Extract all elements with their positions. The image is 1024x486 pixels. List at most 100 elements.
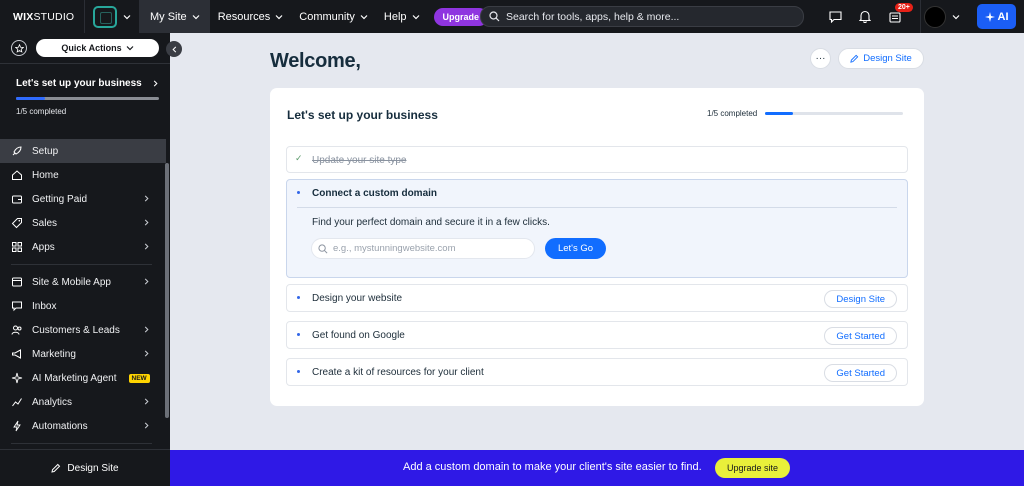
ai-assistant-button[interactable]: AI — [977, 4, 1016, 29]
sidebar-item-label: Sales — [32, 217, 58, 229]
pencil-icon — [51, 463, 61, 473]
sidebar-item-label: Marketing — [32, 348, 76, 360]
sparkle-icon — [984, 11, 995, 22]
get-started-button[interactable]: Get Started — [824, 364, 897, 382]
nav-resources[interactable]: Resources — [210, 0, 292, 33]
site-switcher[interactable] — [84, 0, 140, 33]
nav-help[interactable]: Help — [376, 0, 428, 33]
chevron-right-icon — [144, 278, 149, 285]
sidebar-menu: Setup Home Getting Paid Sales Apps Site & Mob… — [0, 139, 166, 449]
sidebar-item-label: Setup — [32, 145, 59, 157]
banner-text: Add a custom domain to make your client'… — [403, 461, 702, 473]
chevron-right-icon — [144, 398, 149, 405]
new-badge: NEW — [128, 373, 150, 383]
sidebar-item-label: Customers & Leads — [32, 324, 120, 336]
setup-title: Let's set up your business — [16, 78, 142, 89]
sidebar-scrollbar[interactable] — [165, 163, 169, 418]
design-site-sidebar-button[interactable]: Design Site — [0, 449, 170, 486]
sidebar-item-automations[interactable]: Automations — [0, 414, 166, 438]
upgrade-banner: Add a custom domain to make your client'… — [170, 450, 1024, 486]
step-bullet — [297, 296, 300, 299]
search-icon — [489, 11, 500, 22]
sidebar-item-getting-paid[interactable]: Getting Paid — [0, 187, 166, 211]
step-bullet — [297, 370, 300, 373]
design-site-step-button[interactable]: Design Site — [824, 290, 897, 308]
chevron-right-icon — [144, 326, 149, 333]
setup-progress-widget[interactable]: Let's set up your business 1/5 completed — [0, 64, 170, 126]
setup-card: Let's set up your business 1/5 completed… — [270, 88, 924, 406]
step-connect-domain[interactable]: Connect a custom domain Find your perfec… — [286, 179, 908, 278]
inbox-icon — [889, 11, 901, 23]
grid-icon — [11, 241, 23, 253]
sidebar-item-customers-leads[interactable]: Customers & Leads — [0, 318, 166, 342]
checkmark-icon: ✓ — [295, 153, 303, 163]
sidebar-item-label: Home — [32, 169, 59, 181]
chevron-down-icon — [126, 46, 134, 51]
sidebar-item-setup[interactable]: Setup — [0, 139, 166, 163]
step-label: Update your site type — [312, 155, 407, 166]
chat-icon — [828, 10, 842, 23]
sidebar-item-label: Analytics — [32, 396, 73, 408]
design-site-button[interactable]: Design Site — [838, 48, 924, 69]
chevron-right-icon — [144, 219, 149, 226]
sidebar-item-marketing[interactable]: Marketing — [0, 342, 166, 366]
search-icon — [318, 243, 328, 253]
sidebar-item-apps[interactable]: Apps — [0, 235, 166, 259]
domain-search-input[interactable]: e.g., mystunningwebsite.com — [311, 238, 535, 259]
sidebar-item-analytics[interactable]: Analytics — [0, 390, 166, 414]
setup-card-progress-text: 1/5 completed — [707, 109, 758, 118]
chevron-down-icon — [192, 14, 200, 19]
step-label: Create a kit of resources for your clien… — [312, 367, 484, 378]
sidebar-item-label: Inbox — [32, 300, 57, 312]
megaphone-icon — [11, 348, 23, 360]
collapse-sidebar-button[interactable] — [166, 41, 182, 57]
chat-button[interactable] — [820, 0, 850, 33]
step-description: Find your perfect domain and secure it i… — [312, 217, 550, 228]
sidebar-item-label: Getting Paid — [32, 193, 88, 205]
updates-button[interactable]: 20+ — [880, 0, 913, 33]
nav-community[interactable]: Community — [291, 0, 376, 33]
step-label: Get found on Google — [312, 330, 405, 341]
sidebar-item-site-mobile-app[interactable]: Site & Mobile App — [0, 270, 166, 294]
step-bullet — [297, 333, 300, 336]
account-menu[interactable] — [920, 0, 960, 33]
sidebar-item-ai-marketing-agent[interactable]: AI Marketing Agent NEW — [0, 366, 166, 390]
chevron-right-icon — [144, 350, 149, 357]
wallet-icon — [11, 193, 23, 205]
step-label: Connect a custom domain — [312, 188, 438, 199]
site-thumbnail — [93, 5, 117, 28]
upgrade-site-button[interactable]: Upgrade site — [715, 458, 790, 478]
chevron-down-icon — [952, 14, 960, 19]
favorites-button[interactable] — [11, 40, 27, 56]
sidebar: Quick Actions Let's set up your business… — [0, 33, 182, 486]
chart-icon — [11, 396, 23, 408]
notification-count-badge: 20+ — [895, 3, 913, 12]
step-design-website[interactable]: Design your website Design Site — [286, 284, 908, 312]
sidebar-item-inbox[interactable]: Inbox — [0, 294, 166, 318]
quick-actions-button[interactable]: Quick Actions — [36, 39, 159, 57]
main-content: Welcome, ··· Design Site Let's set up yo… — [170, 33, 1024, 450]
step-update-site-type[interactable]: ✓ Update your site type — [286, 146, 908, 173]
step-get-found-google[interactable]: Get found on Google Get Started — [286, 321, 908, 349]
top-bar: WIXSTUDIO My Site Resources Community He… — [0, 0, 1024, 33]
wix-studio-logo[interactable]: WIXSTUDIO — [0, 11, 84, 23]
window-icon — [11, 276, 23, 288]
sidebar-item-label: Site & Mobile App — [32, 276, 111, 288]
more-icon: ··· — [815, 53, 826, 64]
nav-my-site[interactable]: My Site — [140, 0, 210, 33]
more-actions-button[interactable]: ··· — [810, 48, 831, 69]
search-bar[interactable]: Search for tools, apps, help & more... — [480, 6, 804, 27]
tag-icon — [11, 217, 23, 229]
chevron-down-icon — [412, 14, 419, 19]
sidebar-item-sales[interactable]: Sales — [0, 211, 166, 235]
notifications-button[interactable] — [850, 0, 880, 33]
step-client-kit[interactable]: Create a kit of resources for your clien… — [286, 358, 908, 386]
sidebar-item-home[interactable]: Home — [0, 163, 166, 187]
step-label: Design your website — [312, 293, 403, 304]
chevron-down-icon — [360, 14, 368, 19]
setup-card-progress-bar — [765, 112, 903, 115]
lets-go-button[interactable]: Let's Go — [545, 238, 606, 259]
get-started-button[interactable]: Get Started — [824, 327, 897, 345]
setup-progress-bar — [16, 97, 159, 100]
setup-card-title: Let's set up your business — [287, 108, 438, 122]
